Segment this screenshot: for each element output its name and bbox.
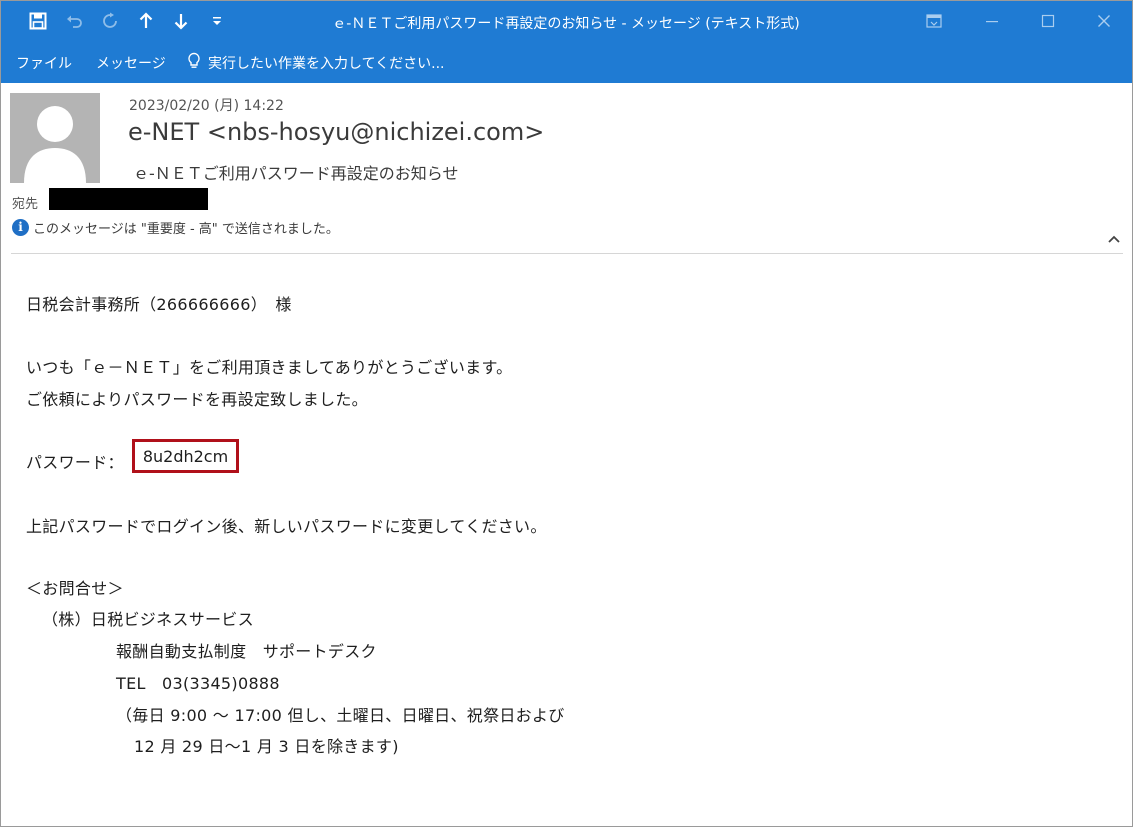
sender-avatar — [10, 93, 100, 183]
undo-icon[interactable] — [61, 9, 87, 33]
collapse-header-button[interactable] — [1103, 227, 1125, 249]
contact-hours: （毎日 9:00 ～ 17:00 但し、土曜日、日曜日、祝祭日および — [116, 706, 565, 725]
body-request-note: ご依頼によりパスワードを再設定致しました。 — [26, 390, 368, 409]
maximize-icon[interactable] — [1025, 7, 1071, 35]
contact-heading: ＜お問合せ＞ — [26, 579, 124, 598]
redo-icon[interactable] — [97, 9, 123, 33]
sender-address[interactable]: e-NET <nbs-hosyu@nichizei.com> — [128, 118, 544, 146]
body-greeting: いつも「ｅ－ＮＥＴ」をご利用頂きましてありがとうございます。 — [26, 358, 513, 377]
close-icon[interactable] — [1081, 7, 1127, 35]
window-title: ｅ-ＮＥＴご利用パスワード再設定のお知らせ - メッセージ (テキスト形式) — [332, 16, 800, 32]
to-label: 宛先 — [12, 197, 39, 212]
arrow-up-icon[interactable] — [133, 9, 159, 33]
importance-text: このメッセージは "重要度 - 高" で送信されました。 — [33, 221, 339, 237]
title-bar: ｅ-ＮＥＴご利用パスワード再設定のお知らせ - メッセージ (テキスト形式) — [1, 1, 1132, 43]
body-addressee: 日税会計事務所（266666666） 様 — [26, 295, 292, 314]
info-icon: i — [12, 218, 29, 236]
tell-me-placeholder: 実行したい作業を入力してください... — [208, 56, 445, 72]
body-instruction: 上記パスワードでログイン後、新しいパスワードに変更してください。 — [26, 517, 547, 536]
ribbon: ファイル メッセージ 実行したい作業を入力してください... — [1, 43, 1132, 83]
header-divider — [11, 253, 1123, 254]
contact-phone: TEL 03(3345)0888 — [116, 674, 280, 693]
contact-desk: 報酬自動支払制度 サポートデスク — [116, 642, 377, 661]
chevron-up-icon — [1107, 229, 1121, 248]
save-icon[interactable] — [25, 9, 51, 33]
password-value: 8u2dh2cm — [132, 439, 239, 473]
recipient-redacted — [49, 188, 208, 210]
message-subject: ｅ-ＮＥＴご利用パスワード再設定のお知らせ — [133, 164, 459, 183]
tab-message[interactable]: メッセージ — [96, 53, 166, 73]
lightbulb-icon — [187, 52, 201, 74]
minimize-icon[interactable] — [969, 7, 1015, 35]
importance-notice: i このメッセージは "重要度 - 高" で送信されました。 — [12, 217, 339, 237]
password-label: パスワード： — [26, 453, 124, 472]
customize-dropdown-icon[interactable] — [204, 9, 230, 33]
sent-date: 2023/02/20 (月) 14:22 — [129, 98, 284, 114]
tab-file[interactable]: ファイル — [16, 53, 72, 73]
contact-company: （株）日税ビジネスサービス — [42, 610, 254, 629]
tell-me-box[interactable]: 実行したい作業を入力してください... — [187, 52, 445, 74]
arrow-down-icon[interactable] — [168, 9, 194, 33]
message-window: ｅ-ＮＥＴご利用パスワード再設定のお知らせ - メッセージ (テキスト形式) フ… — [0, 0, 1133, 827]
contact-holidays: 12 月 29 日～1 月 3 日を除きます) — [134, 737, 399, 756]
ribbon-display-options-icon[interactable] — [911, 7, 957, 35]
